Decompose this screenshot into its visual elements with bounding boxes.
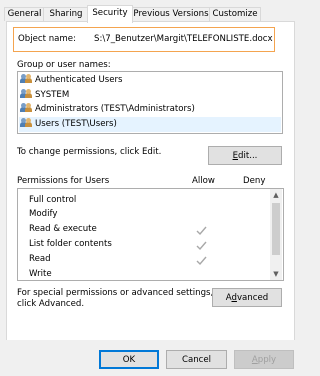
list-item-label: Authenticated Users — [35, 75, 123, 85]
list-item-label: Users (TEST\Users) — [35, 119, 117, 129]
permissions-title: Permissions for Users — [17, 176, 110, 186]
tab-sharing[interactable]: Sharing — [43, 7, 89, 21]
permission-read: Read — [29, 254, 51, 264]
permission-full-control: Full control — [29, 195, 77, 205]
edit-button[interactable]: Edit... — [208, 146, 282, 165]
tab-security[interactable]: Security — [87, 5, 133, 23]
users-icon — [20, 89, 32, 98]
users-icon — [20, 103, 32, 112]
object-name-label: Object name: — [18, 34, 76, 44]
allow-check-icon — [196, 226, 207, 236]
list-item-authenticated-users[interactable]: Authenticated Users — [20, 73, 123, 88]
users-icon — [20, 118, 32, 127]
list-item-users[interactable]: Users (TEST\Users) — [19, 117, 281, 132]
users-icon — [20, 74, 32, 83]
list-item-label: SYSTEM — [35, 90, 70, 100]
tab-strip: General Sharing Security Previous Versio… — [0, 0, 300, 23]
permission-write: Write — [29, 269, 52, 279]
permissions-list[interactable]: Full control Modify Read & execute List … — [17, 188, 284, 281]
special-permissions-line-2: click Advanced. — [17, 299, 85, 309]
list-item-administrators[interactable]: Administrators (TEST\Administrators) — [20, 102, 195, 117]
allow-check-icon — [196, 241, 207, 251]
permission-modify: Modify — [29, 209, 58, 219]
allow-column-header: Allow — [192, 176, 215, 186]
cancel-button[interactable]: Cancel — [166, 350, 227, 369]
allow-check-icon — [196, 256, 207, 266]
tab-previous-versions[interactable]: Previous Versions — [131, 7, 211, 21]
object-name-box: Object name: S:\7_Benutzer\Margit\TELEFON… — [13, 27, 275, 52]
tab-general[interactable]: General — [4, 7, 45, 21]
list-item-label: Administrators (TEST\Administrators) — [35, 104, 195, 114]
special-permissions-line-1: For special permissions or advanced sett… — [17, 288, 214, 298]
apply-button[interactable]: Apply — [234, 350, 294, 369]
permission-list-folder-contents: List folder contents — [29, 239, 112, 249]
special-permissions-text: For special permissions or advanced sett… — [17, 288, 213, 310]
list-item-system[interactable]: SYSTEM — [20, 88, 70, 103]
ok-button[interactable]: OK — [99, 350, 159, 369]
permissions-scrollbar[interactable]: ▲ ▼ — [270, 189, 282, 280]
object-name-value: S:\7_Benutzer\Margit\TELEFONLISTE.docx — [94, 34, 273, 44]
scrollbar-thumb[interactable] — [272, 203, 280, 255]
advanced-button[interactable]: Advanced — [212, 288, 282, 307]
tab-customize[interactable]: Customize — [209, 7, 261, 21]
scroll-up-arrow-icon[interactable]: ▲ — [270, 189, 282, 201]
group-list-label: Group or user names: — [17, 60, 111, 70]
change-permissions-text: To change permissions, click Edit. — [17, 147, 162, 157]
permission-read-execute: Read & execute — [29, 224, 97, 234]
group-user-list[interactable]: Authenticated Users SYSTEM Administrator… — [17, 71, 283, 134]
deny-column-header: Deny — [243, 176, 266, 186]
scroll-down-arrow-icon[interactable]: ▼ — [270, 268, 282, 280]
